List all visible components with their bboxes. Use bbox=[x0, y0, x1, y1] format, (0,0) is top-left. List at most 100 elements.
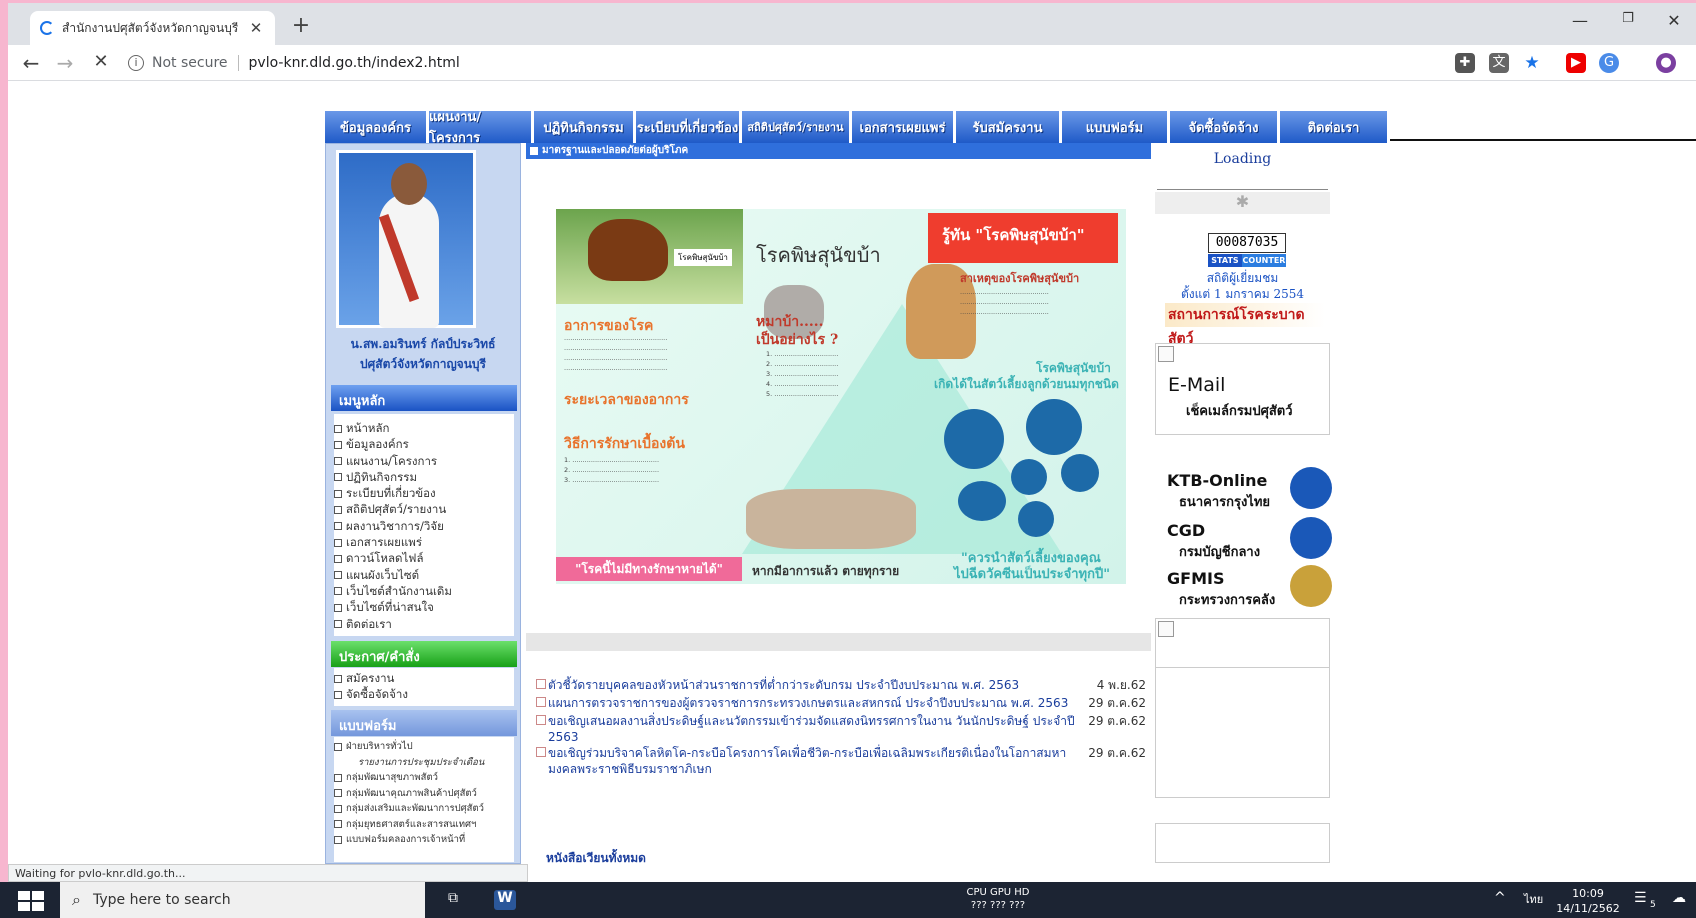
close-window-button[interactable]: ✕ bbox=[1654, 11, 1694, 30]
right-separator bbox=[1157, 189, 1328, 190]
form-item-admin[interactable]: ฝ่ายบริหารทั่วไป bbox=[334, 739, 514, 755]
doc-icon bbox=[536, 679, 546, 689]
back-button[interactable]: ← bbox=[18, 51, 44, 75]
extension-circle-icon[interactable]: G bbox=[1599, 53, 1619, 73]
menu-item-calendar[interactable]: ปฏิทินกิจกรรม bbox=[334, 469, 514, 485]
news-title[interactable]: แผนการตรวจราชการของผู้ตรวจราชการกระทรวงเ… bbox=[548, 695, 1086, 711]
menu-item-research[interactable]: ผลงานวิชาการ/วิจัย bbox=[334, 518, 514, 534]
form-item-health[interactable]: กลุ่มพัฒนาสุขภาพสัตว์ bbox=[334, 770, 514, 786]
all-letters-link[interactable]: หนังสือเวียนทั้งหมด bbox=[546, 849, 646, 868]
info-icon[interactable]: i bbox=[128, 55, 144, 71]
nav-item-contact[interactable]: ติดต่อเรา bbox=[1280, 111, 1390, 143]
forward-button[interactable]: → bbox=[52, 51, 78, 75]
email-title: E-Mail bbox=[1168, 374, 1226, 396]
right-empty-box bbox=[1155, 668, 1330, 798]
visitor-counter: 00087035 bbox=[1208, 233, 1286, 253]
nav-item-rules[interactable]: ระเบียบที่เกี่ยวข้อง bbox=[636, 111, 742, 143]
menu-item-procurement[interactable]: จัดซื้อจัดจ้าง bbox=[334, 686, 514, 702]
nav-item-docs[interactable]: เอกสารเผยแพร่ bbox=[852, 111, 956, 143]
news-title[interactable]: ขอเชิญร่วมบริจาคโลหิตโค-กระบือโครงการโคเ… bbox=[548, 745, 1086, 777]
cpu-gpu-widget: CPU GPU HD ??? ??? ??? bbox=[958, 886, 1038, 912]
weather-icon[interactable]: ☁ bbox=[1672, 890, 1686, 906]
news-date: 29 ต.ค.62 bbox=[1088, 696, 1146, 710]
menu-item-docs[interactable]: เอกสารเผยแพร่ bbox=[334, 534, 514, 550]
main-menu-header: เมนูหลัก bbox=[331, 385, 517, 411]
translate-icon[interactable]: 文 bbox=[1489, 53, 1509, 73]
form-item-quality[interactable]: กลุ่มพัฒนาคุณภาพสินค้าปศุสัตว์ bbox=[334, 786, 514, 802]
menu-item-links[interactable]: เว็บไซต์ที่น่าสนใจ bbox=[334, 599, 514, 615]
menu-item-home[interactable]: หน้าหลัก bbox=[334, 420, 514, 436]
news-item[interactable]: ตัวชี้วัดรายบุคคลของหัวหน้าส่วนราชการที่… bbox=[536, 677, 1146, 693]
nav-item-jobs[interactable]: รับสมัครงาน bbox=[956, 111, 1062, 143]
menu-dots-icon[interactable]: ⋮ bbox=[1690, 53, 1696, 73]
start-button[interactable] bbox=[18, 891, 44, 911]
new-tab-button[interactable]: + bbox=[288, 13, 314, 38]
nav-item-org[interactable]: ข้อมูลองค์กร bbox=[325, 111, 429, 143]
nav-item-plans[interactable]: แผนงาน/โครงการ bbox=[429, 110, 534, 146]
notification-icon[interactable]: ☰ bbox=[1634, 890, 1647, 906]
notification-count: 5 bbox=[1650, 900, 1656, 910]
form-item-strategy[interactable]: กลุ่มยุทธศาสตร์และสารสนเทศฯ bbox=[334, 817, 514, 833]
tab-close-icon[interactable]: ✕ bbox=[247, 19, 265, 37]
language-indicator[interactable]: ไทย bbox=[1524, 890, 1543, 908]
task-view-icon[interactable]: ⧉ bbox=[442, 890, 464, 910]
url-text[interactable]: pvlo-knr.dld.go.th/index2.html bbox=[249, 55, 460, 71]
form-item-promotion[interactable]: กลุ่มส่งเสริมและพัฒนาการปศุสัตว์ bbox=[334, 801, 514, 817]
menu-item-label: จัดซื้อจัดจ้าง bbox=[346, 687, 408, 702]
menu-item-org[interactable]: ข้อมูลองค์กร bbox=[334, 436, 514, 452]
poster-cause: สาเหตุของโรคพิษสุนัขบ้า bbox=[960, 272, 1080, 285]
news-item[interactable]: ขอเชิญเสนอผลงานสิ่งประดิษฐ์และนวัตกรรมเข… bbox=[536, 713, 1146, 745]
menu-item-old-site[interactable]: เว็บไซต์สำนักงานเดิม bbox=[334, 583, 514, 599]
youtube-icon[interactable]: ▶ bbox=[1566, 53, 1586, 73]
nav-item-procurement[interactable]: จัดซื้อจัดจ้าง bbox=[1170, 111, 1280, 143]
news-item[interactable]: ขอเชิญร่วมบริจาคโลหิตโค-กระบือโครงการโคเ… bbox=[536, 745, 1146, 777]
menu-item-label: เว็บไซต์สำนักงานเดิม bbox=[346, 583, 452, 598]
menu-item-stats[interactable]: สถิติปศุสัตว์/รายงาน bbox=[334, 501, 514, 517]
news-title[interactable]: ตัวชี้วัดรายบุคคลของหัวหน้าส่วนราชการที่… bbox=[548, 677, 1086, 693]
news-title[interactable]: ขอเชิญเสนอผลงานสิ่งประดิษฐ์และนวัตกรรมเข… bbox=[548, 713, 1086, 745]
right-sidebar: Loading ✱ 00087035 STATS COUNTER สถิติผู… bbox=[1155, 143, 1332, 864]
form-item-staff[interactable]: แบบฟอร์มคลองการเจ้าหน้าที่ bbox=[334, 832, 514, 848]
stop-loading-button[interactable]: ✕ bbox=[88, 51, 114, 72]
menu-item-rules[interactable]: ระเบียบที่เกี่ยวข้อง bbox=[334, 485, 514, 501]
nav-item-calendar[interactable]: ปฏิทินกิจกรรม bbox=[534, 111, 636, 143]
address-bar[interactable]: i Not secure pvlo-knr.dld.go.th/index2.h… bbox=[128, 49, 1428, 77]
top-navigation: ข้อมูลองค์กร แผนงาน/โครงการ ปฏิทินกิจกรร… bbox=[325, 110, 1390, 146]
gfmis-link[interactable]: GFMIS bbox=[1167, 569, 1224, 588]
bullet-icon bbox=[334, 522, 342, 531]
menu-item-sitemap[interactable]: แผนผังเว็บไซต์ bbox=[334, 567, 514, 583]
menu-item-plans[interactable]: แผนงาน/โครงการ bbox=[334, 453, 514, 469]
extension-icon[interactable]: ✚ bbox=[1455, 53, 1475, 73]
profile-avatar[interactable]: ● bbox=[1656, 53, 1676, 73]
form-item-meeting-report[interactable]: รายงานการประชุมประจำเดือน bbox=[334, 755, 514, 771]
news-date: 29 ต.ค.62 bbox=[1088, 746, 1146, 760]
menu-item-contact[interactable]: ติดต่อเรา bbox=[334, 616, 514, 632]
restore-button[interactable]: ❐ bbox=[1608, 11, 1648, 26]
nav-item-forms[interactable]: แบบฟอร์ม bbox=[1062, 111, 1170, 143]
browser-tab[interactable]: สำนักงานปศุสัตว์จังหวัดกาญจนบุรี ✕ bbox=[30, 11, 275, 45]
news-date: 29 ต.ค.62 bbox=[1088, 714, 1146, 728]
cgd-link[interactable]: CGD bbox=[1167, 521, 1205, 540]
minimize-button[interactable]: — bbox=[1560, 11, 1600, 30]
announce-menu: สมัครงาน จัดซื้อจัดจ้าง bbox=[334, 668, 514, 706]
taskbar-search[interactable]: ⌕ Type here to search bbox=[60, 882, 425, 918]
bullet-icon bbox=[334, 440, 342, 449]
content-separator bbox=[526, 633, 1151, 651]
ktb-link[interactable]: KTB-Online bbox=[1167, 471, 1267, 490]
email-banner[interactable]: E-Mail เช็คเมล์กรมปศุสัตว์ bbox=[1155, 343, 1330, 435]
clock[interactable]: 10:09 14/11/2562 bbox=[1556, 886, 1620, 916]
menu-item-label: ปฏิทินกิจกรรม bbox=[346, 469, 418, 484]
poster-what: เป็นอย่างไร ? bbox=[756, 332, 839, 348]
search-placeholder: Type here to search bbox=[92, 892, 231, 908]
news-item[interactable]: แผนการตรวจราชการของผู้ตรวจราชการกระทรวงเ… bbox=[536, 695, 1146, 711]
tray-chevron-icon[interactable]: ^ bbox=[1494, 890, 1506, 906]
menu-item-apply-job[interactable]: สมัครงาน bbox=[334, 670, 514, 686]
menu-item-label: ดาวน์โหลดไฟล์ bbox=[346, 551, 424, 566]
menu-item-download[interactable]: ดาวน์โหลดไฟล์ bbox=[334, 550, 514, 566]
menu-item-label: กลุ่มพัฒนาคุณภาพสินค้าปศุสัตว์ bbox=[346, 787, 477, 799]
rabies-poster[interactable]: โรคพิษสุนัขบ้า โรคพิษสุนัขบ้า รู้ทัน "โร… bbox=[556, 209, 1126, 584]
word-app-icon[interactable]: W bbox=[494, 890, 516, 910]
bookmark-star-icon[interactable]: ★ bbox=[1522, 53, 1542, 73]
nav-item-stats[interactable]: สถิติปศุสัตว์/รายงาน bbox=[742, 111, 852, 143]
disease-situation-link[interactable]: สถานการณ์โรคระบาดสัตว์ bbox=[1165, 303, 1325, 347]
